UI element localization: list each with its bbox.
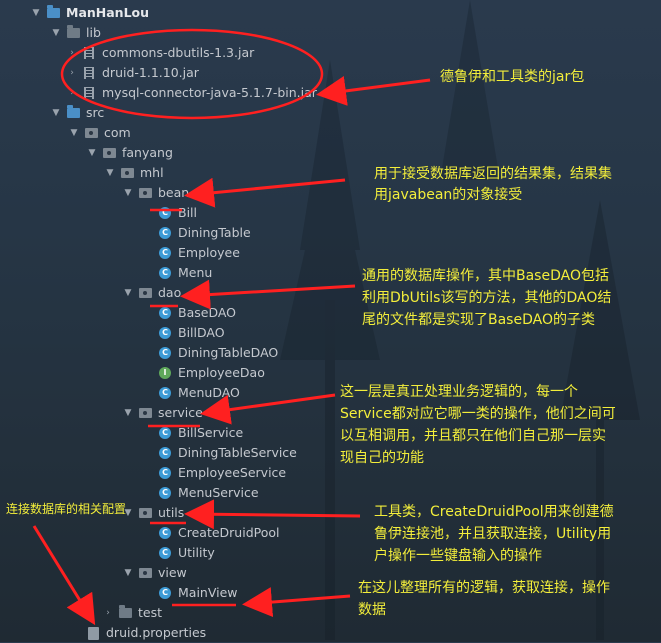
arrow-to-service [200,393,336,425]
annotation-dao-line-1: 通用的数据库操作，其中BaseDAO包括 [362,268,609,284]
arrow-to-utils [184,499,361,530]
annotation-service-line-3: 以互相调用，并且都只在他们自己那一层实 [340,428,606,444]
jar-highlight-ellipse [60,28,324,120]
annotation-utils-line-3: 户操作一些键盘输入的操作 [374,548,542,564]
annotation-utils-line-2: 鲁伊连接池，并且获取连接，Utility用 [374,526,612,542]
arrow-to-bean [184,177,346,208]
annotation-service-line-1: 这一层是真正处理业务逻辑的，每一个 [340,384,578,400]
annotation-config: 连接数据库的相关配置 [6,502,127,516]
annotation-service-line-4: 现自己的功能 [340,450,424,466]
arrow-to-druid-properties [32,525,96,626]
annotation-view-line-2: 数据 [358,602,386,618]
annotation-view-line-1: 在这儿整理所有的逻辑，获取连接，操作 [358,580,610,596]
arrow-to-jars [316,76,431,106]
annotation-jars: 德鲁伊和工具类的jar包 [440,69,585,85]
annotation-service-line-2: Service都对应它哪一类的操作，他们之间可 [340,406,616,422]
annotation-dao-line-3: 尾的文件都是实现了BaseDAO的子类 [362,312,595,328]
annotation-dao-line-2: 利用DbUtils该写的方法，其他的DAO结 [362,290,612,306]
annotation-bean-line-2: 用javabean的对象接受 [374,187,523,203]
annotation-bean-line-1: 用于接受数据库返回的结果集，结果集 [374,166,612,182]
arrow-to-dao [180,279,356,310]
annotation-utils-line-1: 工具类，CreateDruidPool用来创建德 [374,504,614,520]
arrow-to-mainview [242,587,351,618]
